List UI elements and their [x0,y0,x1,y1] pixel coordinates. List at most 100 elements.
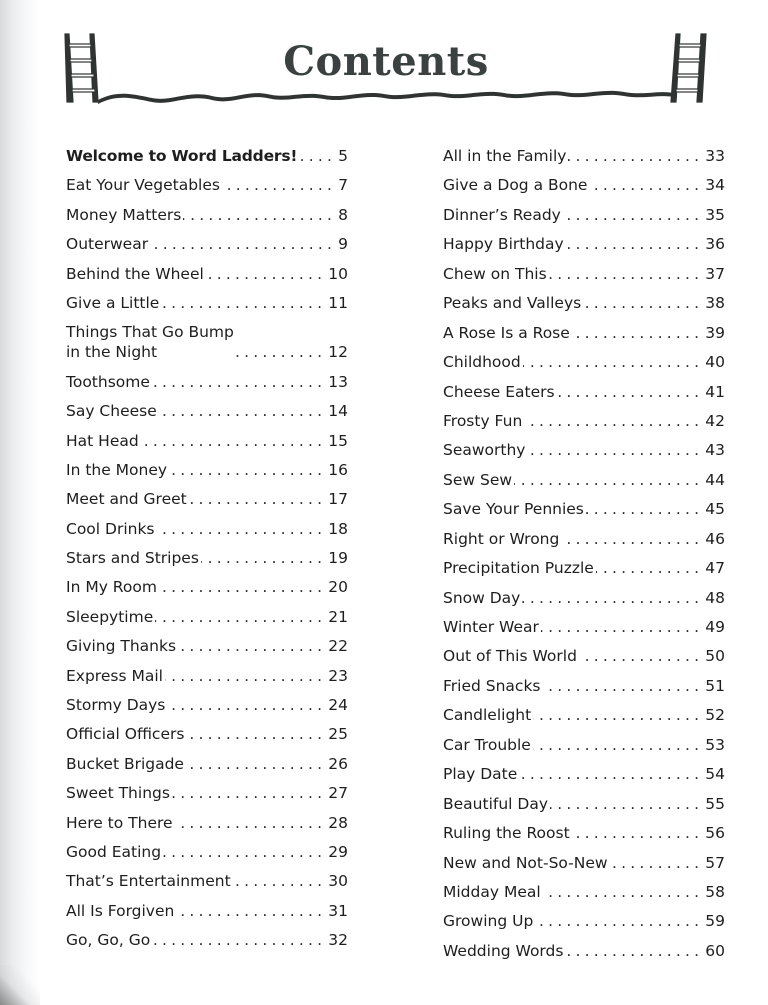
toc-entry[interactable]: Go, Go, Go .............................… [66,930,348,950]
dot-leader: ........................................… [183,205,337,224]
toc-entry[interactable]: Play Date ..............................… [443,764,725,784]
contents-header: Contents [62,28,710,108]
toc-entry[interactable]: Out of This World ......................… [443,646,725,666]
toc-entry[interactable]: All in the Family ......................… [443,146,725,166]
dot-leader: ........................................… [157,519,327,538]
toc-entry[interactable]: Right or Wrong .........................… [443,529,725,549]
toc-entry-title: Toothsome [66,372,150,391]
toc-entry[interactable]: Seaworthy ..............................… [443,440,725,460]
toc-entry[interactable]: Happy Birthday .........................… [443,234,725,254]
toc-entry[interactable]: Snow Day ...............................… [443,588,725,608]
toc-entry[interactable]: Give a Dog a Bone ......................… [443,175,725,195]
toc-entry[interactable]: Cheese Eaters ..........................… [443,382,725,402]
toc-entry[interactable]: Giving Thanks ..........................… [66,636,348,656]
toc-entry[interactable]: In My Room .............................… [66,577,348,597]
toc-entry-title: Car Trouble [443,735,531,754]
toc-entry[interactable]: Behind the Wheel .......................… [66,264,348,284]
dot-leader: ........................................… [152,372,327,391]
toc-entry-title: A Rose Is a Rose [443,323,570,342]
toc-entry-title: Precipitation Puzzle [443,559,594,578]
toc-entry-page-number: 56 [705,824,725,843]
toc-entry[interactable]: Give a Little ..........................… [66,293,348,313]
toc-entry[interactable]: Sleepytime .............................… [66,607,348,627]
toc-entry-page-number: 33 [705,147,725,165]
toc-entry-page-number: 36 [705,235,725,254]
toc-entry-page-number: 40 [705,353,725,372]
dot-leader: ........................................… [578,647,704,666]
dot-leader: ........................................… [561,529,704,548]
dot-leader: ........................................… [169,460,327,479]
toc-entry[interactable]: Beautiful Day ..........................… [443,794,725,814]
toc-entry[interactable]: Dinner’s Ready .........................… [443,205,725,225]
toc-entry-page-number: 18 [328,519,348,538]
toc-entry[interactable]: Candlelight ............................… [443,705,725,725]
toc-entry-page-number: 37 [705,264,725,283]
toc-entry[interactable]: Save Your Pennies ......................… [443,499,725,519]
toc-entry[interactable]: Express Mail ...........................… [66,666,348,686]
toc-entry[interactable]: Sweet Things ...........................… [66,783,348,803]
toc-entry[interactable]: Growing Up .............................… [443,911,725,931]
dot-leader: ........................................… [178,637,327,656]
toc-entry-title: Stars and Stripes [66,549,199,568]
toc-entry[interactable]: Bucket Brigade .........................… [66,754,348,774]
dot-leader: ........................................… [548,264,704,283]
dot-leader: ........................................… [161,293,327,312]
dot-leader: ........................................… [152,931,327,950]
toc-entry-title: Beautiful Day [443,794,548,813]
toc-entry[interactable]: All Is Forgiven ........................… [66,901,348,921]
dot-leader: ........................................… [533,706,704,725]
toc-entry[interactable]: Stars and Stripes ......................… [66,548,348,568]
toc-entry[interactable]: Stormy Days ............................… [66,695,348,715]
dot-leader: ........................................… [155,607,327,626]
toc-entry-page-number: 54 [705,765,725,784]
dot-leader: ........................................… [535,912,704,931]
dot-leader: ........................................… [163,842,327,861]
toc-entry[interactable]: Here to There ..........................… [66,813,348,833]
dot-leader: ........................................… [175,813,327,832]
toc-entry[interactable]: Money Matters ..........................… [66,205,348,225]
toc-entry[interactable]: Hat Head ...............................… [66,431,348,451]
toc-entry[interactable]: Say Cheese .............................… [66,401,348,421]
dot-leader: ........................................… [299,147,337,165]
toc-entry[interactable]: Eat Your Vegetables ....................… [66,175,348,195]
toc-entry[interactable]: Things That Go Bump in the Night .......… [66,322,348,362]
dot-leader: ........................................… [571,824,704,843]
toc-entry[interactable]: Fried Snacks ...........................… [443,676,725,696]
dot-leader: ........................................… [519,765,704,784]
toc-entry[interactable]: Welcome to Word Ladders! ...............… [66,146,348,166]
toc-entry[interactable]: Outerwear ..............................… [66,234,348,254]
toc-entry[interactable]: Frosty Fun .............................… [443,411,725,431]
toc-entry[interactable]: Chew on This ...........................… [443,264,725,284]
dot-leader: ........................................… [167,696,327,715]
toc-entry-title: Growing Up [443,912,534,931]
toc-entry[interactable]: Car Trouble ............................… [443,735,725,755]
toc-entry[interactable]: Sew Sew ................................… [443,470,725,490]
toc-entry[interactable]: Ruling the Roost .......................… [443,823,725,843]
toc-entry[interactable]: Meet and Greet .........................… [66,489,348,509]
dot-leader: ........................................… [206,264,327,283]
toc-entry[interactable]: Precipitation Puzzle ...................… [443,558,725,578]
toc-entry-page-number: 51 [705,676,725,695]
toc-entry[interactable]: Winter Wear ............................… [443,617,725,637]
toc-entry[interactable]: Childhood ..............................… [443,352,725,372]
dot-leader: ........................................… [557,382,704,401]
toc-entry[interactable]: Official Officers ......................… [66,724,348,744]
toc-entry-title: All in the Family [443,147,567,165]
toc-entry-page-number: 17 [328,490,348,509]
toc-entry-page-number: 22 [328,637,348,656]
toc-entry-page-number: 42 [705,411,725,430]
toc-entry[interactable]: Peaks and Valleys ......................… [443,293,725,313]
toc-entry[interactable]: That’s Entertainment ...................… [66,871,348,891]
toc-entry[interactable]: A Rose Is a Rose .......................… [443,323,725,343]
toc-entry[interactable]: Good Eating ............................… [66,842,348,862]
toc-entry[interactable]: Midday Meal ............................… [443,882,725,902]
dot-leader: ........................................… [566,235,704,254]
dot-leader: ........................................… [159,402,327,421]
toc-entry-page-number: 48 [705,588,725,607]
toc-entry[interactable]: Toothsome ..............................… [66,372,348,392]
toc-entry-title: Out of This World [443,647,577,666]
toc-entry[interactable]: Wedding Words ..........................… [443,941,725,961]
toc-entry[interactable]: In the Money ...........................… [66,460,348,480]
toc-entry[interactable]: New and Not-So-New .....................… [443,853,725,873]
toc-entry[interactable]: Cool Drinks ............................… [66,519,348,539]
